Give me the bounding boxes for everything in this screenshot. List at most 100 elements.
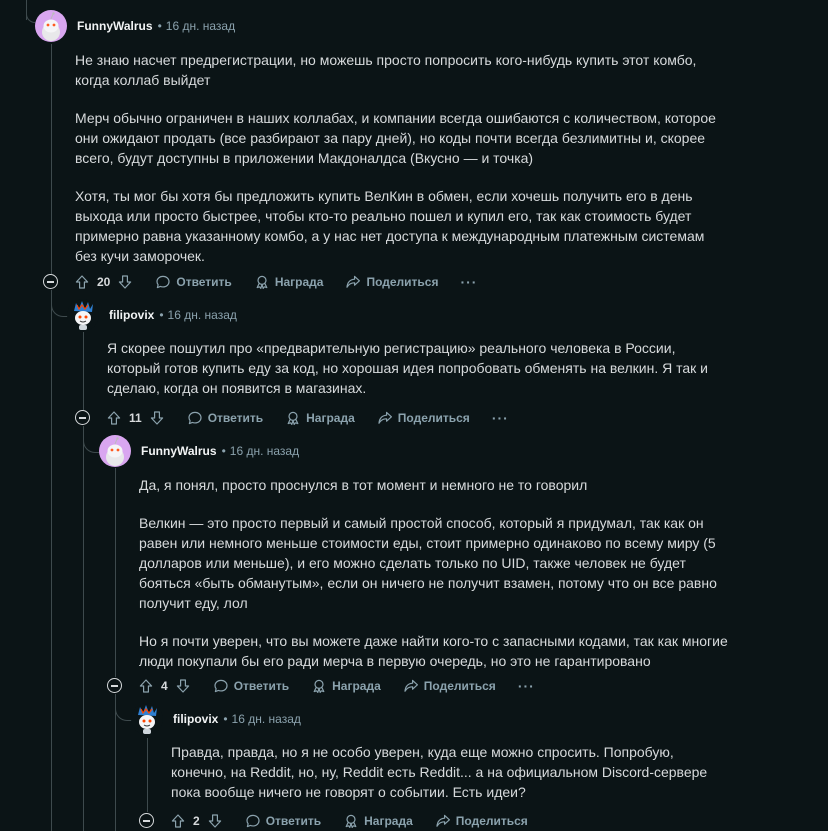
- reply-button[interactable]: Ответить: [155, 274, 232, 290]
- timestamp[interactable]: 16 дн. назад: [230, 444, 299, 458]
- reply-button[interactable]: Ответить: [213, 678, 289, 694]
- reply-label: Ответить: [265, 814, 322, 828]
- reply-label: Ответить: [176, 275, 232, 289]
- speech-bubble-icon: [245, 813, 261, 829]
- more-options-button[interactable]: ···: [518, 678, 535, 694]
- share-label: Поделиться: [423, 679, 496, 693]
- comment-paragraph: Велкин — это просто первый и самый прост…: [139, 515, 717, 611]
- reply-label: Ответить: [233, 679, 290, 693]
- thread-curve: [26, 10, 35, 23]
- award-button[interactable]: Награда: [311, 678, 381, 694]
- avatar[interactable]: [99, 435, 131, 467]
- avatar[interactable]: [35, 10, 67, 42]
- comment-header: filipovix • 16 дн. назад: [131, 704, 721, 734]
- author-name[interactable]: filipovix: [109, 308, 154, 322]
- share-button[interactable]: Поделиться: [345, 274, 438, 290]
- award-label: Награда: [274, 275, 324, 289]
- comment: FunnyWalrus • 16 дн. назад Не знаю насче…: [35, 11, 725, 266]
- comment-paragraph: Я скорее пошутил про «предварительную ре…: [107, 340, 708, 396]
- comment-paragraph: Мерч обычно ограничен в наших коллабах, …: [75, 110, 716, 166]
- arrow-up-icon[interactable]: [106, 410, 122, 426]
- arrow-down-icon[interactable]: [117, 274, 133, 290]
- comment-header: FunnyWalrus • 16 дн. назад: [99, 436, 729, 466]
- comment: filipovix • 16 дн. назад Правда, правда,…: [131, 704, 721, 802]
- collapse-button[interactable]: [107, 678, 122, 693]
- award-icon: [285, 410, 301, 426]
- speech-bubble-icon: [155, 274, 171, 290]
- more-options-button[interactable]: ···: [492, 410, 509, 426]
- comment-body: Я скорее пошутил про «предварительную ре…: [107, 338, 717, 398]
- timestamp[interactable]: 16 дн. назад: [232, 712, 301, 726]
- speech-bubble-icon: [213, 678, 229, 694]
- more-options-button[interactable]: ···: [460, 274, 477, 290]
- collapse-button[interactable]: [75, 410, 90, 425]
- author-name[interactable]: FunnyWalrus: [77, 19, 153, 33]
- author-name[interactable]: FunnyWalrus: [141, 444, 217, 458]
- arrow-down-icon[interactable]: [207, 813, 223, 829]
- share-button[interactable]: Поделиться: [435, 813, 528, 829]
- arrow-up-icon[interactable]: [74, 274, 90, 290]
- award-label: Награда: [332, 679, 381, 693]
- vote-count: 2: [193, 814, 200, 828]
- comment-paragraph: Правда, правда, но я не особо уверен, ку…: [171, 744, 708, 800]
- comment-paragraph: Но я почти уверен, что вы можете даже на…: [139, 633, 728, 669]
- comment-paragraph: Да, я понял, просто проснулся в тот моме…: [139, 477, 588, 493]
- share-label: Поделиться: [366, 275, 439, 289]
- comment-header: FunnyWalrus • 16 дн. назад: [35, 11, 725, 41]
- separator-dot: •: [223, 712, 228, 726]
- comment: filipovix • 16 дн. назад Я скорее пошути…: [67, 300, 717, 398]
- vote-count: 20: [97, 275, 111, 289]
- share-arrow-icon: [345, 274, 361, 290]
- vote-group: 2: [170, 813, 223, 829]
- arrow-down-icon[interactable]: [149, 410, 165, 426]
- separator-dot: •: [159, 308, 164, 322]
- share-label: Поделиться: [455, 814, 528, 828]
- avatar[interactable]: [131, 703, 163, 735]
- arrow-up-icon[interactable]: [170, 813, 186, 829]
- vote-count: 11: [129, 411, 142, 425]
- comment-actions: 2 Ответить Награда Поделиться: [170, 809, 550, 831]
- comment-actions: 11 Ответить Награда Поделиться ···: [106, 406, 531, 430]
- timestamp[interactable]: 16 дн. назад: [168, 308, 237, 322]
- collapse-button[interactable]: [139, 813, 154, 828]
- share-label: Поделиться: [397, 411, 470, 425]
- reply-button[interactable]: Ответить: [187, 410, 263, 426]
- comment-body: Да, я понял, просто проснулся в тот моме…: [139, 475, 729, 671]
- share-button[interactable]: Поделиться: [403, 678, 496, 694]
- reply-label: Ответить: [207, 411, 264, 425]
- vote-group: 20: [74, 274, 133, 290]
- author-name[interactable]: filipovix: [173, 712, 218, 726]
- thread-line: [83, 426, 84, 831]
- arrow-up-icon[interactable]: [138, 678, 154, 694]
- award-label: Награда: [306, 411, 355, 425]
- vote-group: 11: [106, 410, 165, 426]
- avatar[interactable]: [67, 299, 99, 331]
- separator-dot: •: [157, 19, 162, 33]
- comment-header: filipovix • 16 дн. назад: [67, 300, 717, 330]
- award-icon: [343, 813, 359, 829]
- reply-button[interactable]: Ответить: [245, 813, 321, 829]
- share-button[interactable]: Поделиться: [377, 410, 470, 426]
- collapse-button[interactable]: [43, 274, 58, 289]
- vote-count: 4: [161, 679, 168, 693]
- comment-actions: 4 Ответить Награда Поделиться ···: [138, 674, 557, 698]
- comment-body: Не знаю насчет предрегистрации, но можеш…: [75, 50, 725, 266]
- award-button[interactable]: Награда: [343, 813, 413, 829]
- award-icon: [311, 678, 327, 694]
- arrow-down-icon[interactable]: [175, 678, 191, 694]
- timestamp[interactable]: 16 дн. назад: [166, 19, 235, 33]
- share-arrow-icon: [403, 678, 419, 694]
- separator-dot: •: [221, 444, 226, 458]
- share-arrow-icon: [435, 813, 451, 829]
- speech-bubble-icon: [187, 410, 203, 426]
- vote-group: 4: [138, 678, 191, 694]
- award-label: Награда: [364, 814, 413, 828]
- award-button[interactable]: Награда: [254, 274, 324, 290]
- comment-body: Правда, правда, но я не особо уверен, ку…: [171, 742, 721, 802]
- comment-actions: 20 Ответить Награда Поделиться ···: [74, 270, 499, 294]
- comment: FunnyWalrus • 16 дн. назад Да, я понял, …: [99, 436, 729, 671]
- award-icon: [254, 274, 270, 290]
- thread-line: [51, 290, 52, 831]
- award-button[interactable]: Награда: [285, 410, 355, 426]
- comment-paragraph: Хотя, ты мог бы хотя бы предложить купит…: [75, 188, 705, 264]
